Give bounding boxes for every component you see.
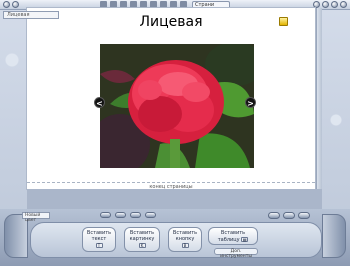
insert-text-button[interactable]: Вставить текст T xyxy=(82,227,116,252)
bold-icon[interactable] xyxy=(150,1,157,8)
button-label: картинку xyxy=(129,236,155,242)
help-icon[interactable] xyxy=(313,1,320,8)
app-window: Страни Лицевая < > конец страницы Лицева… xyxy=(0,0,350,266)
mode-pill-icon[interactable] xyxy=(115,212,126,218)
page-title[interactable]: Лицевая xyxy=(27,14,315,30)
toolbar-icons xyxy=(100,1,187,8)
mode-switches xyxy=(100,212,156,218)
right-panel-handle[interactable] xyxy=(322,214,346,258)
shortcut-key: ▦ xyxy=(241,237,249,242)
window-button-icon[interactable] xyxy=(3,1,10,8)
page-end-divider xyxy=(27,182,315,183)
button-label: текст xyxy=(91,236,107,242)
close-icon[interactable] xyxy=(340,1,347,8)
page-properties-icon[interactable] xyxy=(279,17,288,26)
system-controls xyxy=(313,1,347,8)
panel-pill-icon[interactable] xyxy=(298,212,310,219)
minimize-icon[interactable] xyxy=(331,1,338,8)
paste-icon[interactable] xyxy=(120,1,127,8)
mode-pill-icon[interactable] xyxy=(130,212,141,218)
copy-icon[interactable] xyxy=(110,1,117,8)
button-label: кнопку xyxy=(175,236,195,242)
mode-pill-icon[interactable] xyxy=(145,212,156,218)
document-name-field[interactable]: Лицевая xyxy=(3,11,59,19)
insert-table-button[interactable]: Вставить таблицу ▦ xyxy=(208,227,258,245)
previous-image-button[interactable]: < xyxy=(94,97,105,108)
redo-icon[interactable] xyxy=(140,1,147,8)
cut-icon[interactable] xyxy=(100,1,107,8)
window-controls xyxy=(3,1,19,8)
page-bottom-strip xyxy=(27,189,322,209)
panel-switches xyxy=(268,212,310,219)
align-icon[interactable] xyxy=(170,1,177,8)
insert-button-button[interactable]: Вставить кнопку B xyxy=(168,227,202,252)
shortcut-key: K xyxy=(138,243,146,248)
shortcut-key: T xyxy=(95,243,103,248)
list-icon[interactable] xyxy=(180,1,187,8)
panel-pill-icon[interactable] xyxy=(268,212,280,219)
panel-pill-icon[interactable] xyxy=(283,212,295,219)
undo-icon[interactable] xyxy=(130,1,137,8)
more-tools-button[interactable]: Доп. инструменты xyxy=(214,248,258,259)
shortcut-key: B xyxy=(181,243,189,248)
color-field[interactable]: Новый цвет xyxy=(22,212,50,223)
next-image-button[interactable]: > xyxy=(245,97,256,108)
italic-icon[interactable] xyxy=(160,1,167,8)
button-label: таблицу ▦ xyxy=(209,236,257,243)
insert-image-button[interactable]: Вставить картинку K xyxy=(124,227,160,252)
window-button-icon[interactable] xyxy=(12,1,19,8)
flower-photo[interactable] xyxy=(100,44,254,168)
button-label-text: таблицу xyxy=(217,237,240,243)
mode-pill-icon[interactable] xyxy=(100,212,111,218)
document-page[interactable]: Лицевая < > конец страницы xyxy=(27,8,315,190)
settings-icon[interactable] xyxy=(322,1,329,8)
flower-image xyxy=(100,44,254,168)
vertical-scrollbar[interactable] xyxy=(316,8,322,189)
